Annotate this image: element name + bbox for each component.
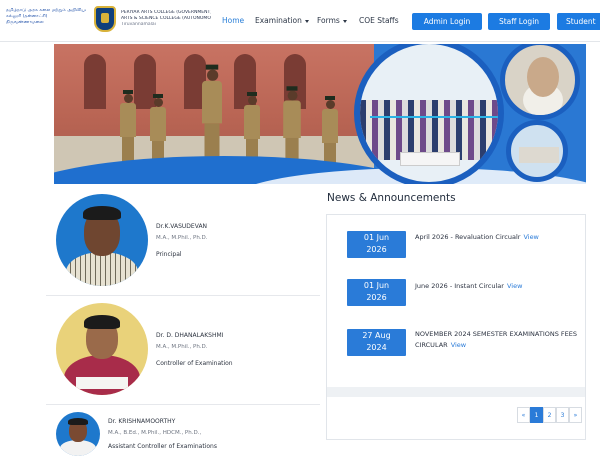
admin-login-button[interactable]: Admin Login xyxy=(412,13,482,30)
portrait-circle xyxy=(500,44,580,120)
nav-examination-label: Examination xyxy=(255,16,302,25)
pagination-next[interactable]: » xyxy=(569,407,582,423)
news-divider xyxy=(327,387,585,397)
hair xyxy=(68,418,88,425)
news-date-badge: 01 Jun 2026 xyxy=(347,231,406,258)
news-date-year: 2026 xyxy=(366,293,387,302)
logo-line: திருவண்ணாமலை xyxy=(6,20,44,25)
table xyxy=(400,152,460,166)
staff-login-button[interactable]: Staff Login xyxy=(488,13,550,30)
ribbon xyxy=(370,116,498,118)
news-date-year: 2024 xyxy=(366,343,387,352)
document xyxy=(76,377,128,389)
student-login-button[interactable]: Student xyxy=(557,13,600,30)
profile-role: Assistant Controller of Examinations xyxy=(108,443,217,450)
college-name: PERIYAR ARTS COLLEGE (GOVERNMENT) ARTS &… xyxy=(121,10,211,28)
news-date-year: 2026 xyxy=(366,245,387,254)
profile-name: Dr. KRISHNAMOORTHY xyxy=(108,418,176,425)
news-headline: June 2026 - Instant Circular xyxy=(415,282,504,290)
cadet-figure xyxy=(322,96,338,171)
news-date-badge: 01 Jun 2026 xyxy=(347,279,406,306)
saree xyxy=(64,355,140,395)
profile-name: Dr. D. DHANALAKSHMI xyxy=(156,332,224,339)
profile-card-coe: Dr. D. DHANALAKSHMI M.A., M.Phil., Ph.D.… xyxy=(46,297,320,405)
profile-card-principal: Dr.K.VASUDEVAN M.A., M.Phil., Ph.D. Prin… xyxy=(46,188,320,296)
chevron-down-icon xyxy=(342,19,347,23)
profile-degree: M.A., M.Phil., Ph.D. xyxy=(156,235,208,241)
nav-forms-label: Forms xyxy=(317,16,340,25)
profile-degree: M.A., M.Phil., Ph.D. xyxy=(156,344,208,350)
news-date-badge: 27 Aug 2024 xyxy=(347,329,406,356)
news-view-link[interactable]: View xyxy=(507,282,522,290)
nav-home[interactable]: Home xyxy=(222,16,244,25)
logo-text-tamil: தமிழ்நாடு அரசு கலை மற்றும் அறிவியல் கல்ல… xyxy=(6,8,86,26)
hair xyxy=(84,315,120,329)
hair xyxy=(83,206,121,220)
news-date-day: 01 Jun xyxy=(363,281,390,290)
shirt xyxy=(60,440,96,456)
nav-coe-staffs[interactable]: COE Staffs xyxy=(359,16,399,25)
hero-banner xyxy=(54,44,586,184)
avatar-acoe xyxy=(56,412,100,456)
news-text: April 2026 - Revaluation Circualr View xyxy=(415,232,581,243)
crowd xyxy=(360,100,498,160)
news-view-link[interactable]: View xyxy=(451,341,466,349)
news-view-link[interactable]: View xyxy=(523,233,538,241)
profile-card-acoe: Dr. KRISHNAMOORTHY M.A., B.Ed., M.Phil.,… xyxy=(46,406,320,456)
profile-name: Dr.K.VASUDEVAN xyxy=(156,223,208,230)
news-date-day: 01 Jun xyxy=(363,233,390,242)
pagination-page-2[interactable]: 2 xyxy=(543,407,556,423)
chevron-down-icon xyxy=(304,19,309,23)
pagination-page-1[interactable]: 1 xyxy=(530,407,543,423)
face xyxy=(527,57,559,97)
cadet-figure xyxy=(283,86,301,169)
news-headline: April 2026 - Revaluation Circualr xyxy=(415,233,521,241)
nav-examination[interactable]: Examination xyxy=(255,16,309,25)
avatar-principal xyxy=(56,194,148,286)
news-section-title: News & Announcements xyxy=(327,192,456,204)
arch xyxy=(84,54,106,109)
pagination-prev[interactable]: « xyxy=(517,407,530,423)
college-crest-logo[interactable] xyxy=(94,6,116,32)
college-line: Tiruvannamalai xyxy=(121,22,156,27)
news-headline: NOVEMBER 2024 SEMESTER EXAMINATIONS FEES… xyxy=(415,330,577,349)
event-photo-circle xyxy=(354,44,504,184)
news-text: June 2026 - Instant Circular View xyxy=(415,281,581,292)
news-text: NOVEMBER 2024 SEMESTER EXAMINATIONS FEES… xyxy=(415,329,581,351)
cadet-figure xyxy=(202,64,222,159)
pagination-page-3[interactable]: 3 xyxy=(556,407,569,423)
building xyxy=(519,147,559,163)
profile-role: Controller of Examination xyxy=(156,360,233,367)
news-date-day: 27 Aug xyxy=(362,331,391,340)
cadet-figure xyxy=(120,90,136,165)
profile-degree: M.A., B.Ed., M.Phil., HDCM., Ph.D., xyxy=(108,430,202,436)
profile-role: Principal xyxy=(156,251,182,258)
avatar-coe xyxy=(56,303,148,395)
building-circle xyxy=(506,120,568,182)
shirt xyxy=(66,252,138,286)
nav-forms[interactable]: Forms xyxy=(317,16,347,25)
news-panel: 01 Jun 2026 April 2026 - Revaluation Cir… xyxy=(326,214,586,440)
top-header: தமிழ்நாடு அரசு கலை மற்றும் அறிவியல் கல்ல… xyxy=(0,0,600,42)
